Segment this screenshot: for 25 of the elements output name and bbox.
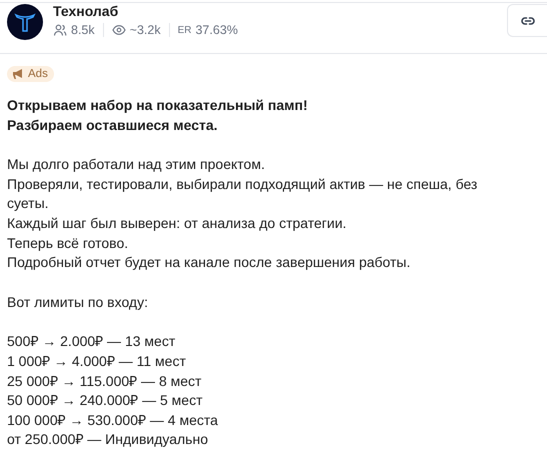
post-text-line: от 250.000₽ — Индивидуально <box>7 430 209 450</box>
view-count: ~3.2k <box>130 23 161 37</box>
post-headline: Открываем набор на показательный памп! <box>7 96 309 115</box>
engagement-rate: 37.63% <box>195 23 238 37</box>
post-text-line: 500₽ → 2.000₽ — 13 мест <box>7 332 176 352</box>
ads-label: Ads <box>28 68 48 80</box>
post-text-line: 50 000₽ → 240.000₽ — 5 мест <box>7 391 204 410</box>
post-text-line: Проверяли, тестировали, выбирали подходящий актив — не спеша, без суеты. <box>7 174 478 214</box>
megaphone-icon <box>13 69 24 79</box>
post-text-line: 1 000₽ → 4.000₽ — 11 мест <box>7 352 187 371</box>
post-text-line: Подробный отчет будет на канале после завершения работы. <box>7 253 412 272</box>
post-text-line: Вот лимиты по входу: <box>7 292 149 312</box>
er-label: ER <box>178 24 192 36</box>
channel-name: Технолаб <box>53 3 120 19</box>
post-text-line: Теперь всё готово. <box>7 234 130 253</box>
post-text-line: 100 000₽ → 530.000₽ — 4 места <box>7 410 219 430</box>
post-text-line: Каждый шаг был выверен: от анализа до стратегии. <box>7 214 348 233</box>
subscriber-count: 8.5k <box>71 23 95 37</box>
post-headline: Разбираем оставшиеся места. <box>7 116 219 135</box>
people-icon <box>53 23 67 37</box>
post-text-line: Мы долго работали над этим проектом. <box>7 155 266 174</box>
link-button[interactable] <box>507 4 547 37</box>
eye-icon <box>112 23 126 37</box>
channel-avatar <box>7 4 43 40</box>
post-text-line: 25 000₽ → 115.000₽ — 8 мест <box>7 372 202 391</box>
